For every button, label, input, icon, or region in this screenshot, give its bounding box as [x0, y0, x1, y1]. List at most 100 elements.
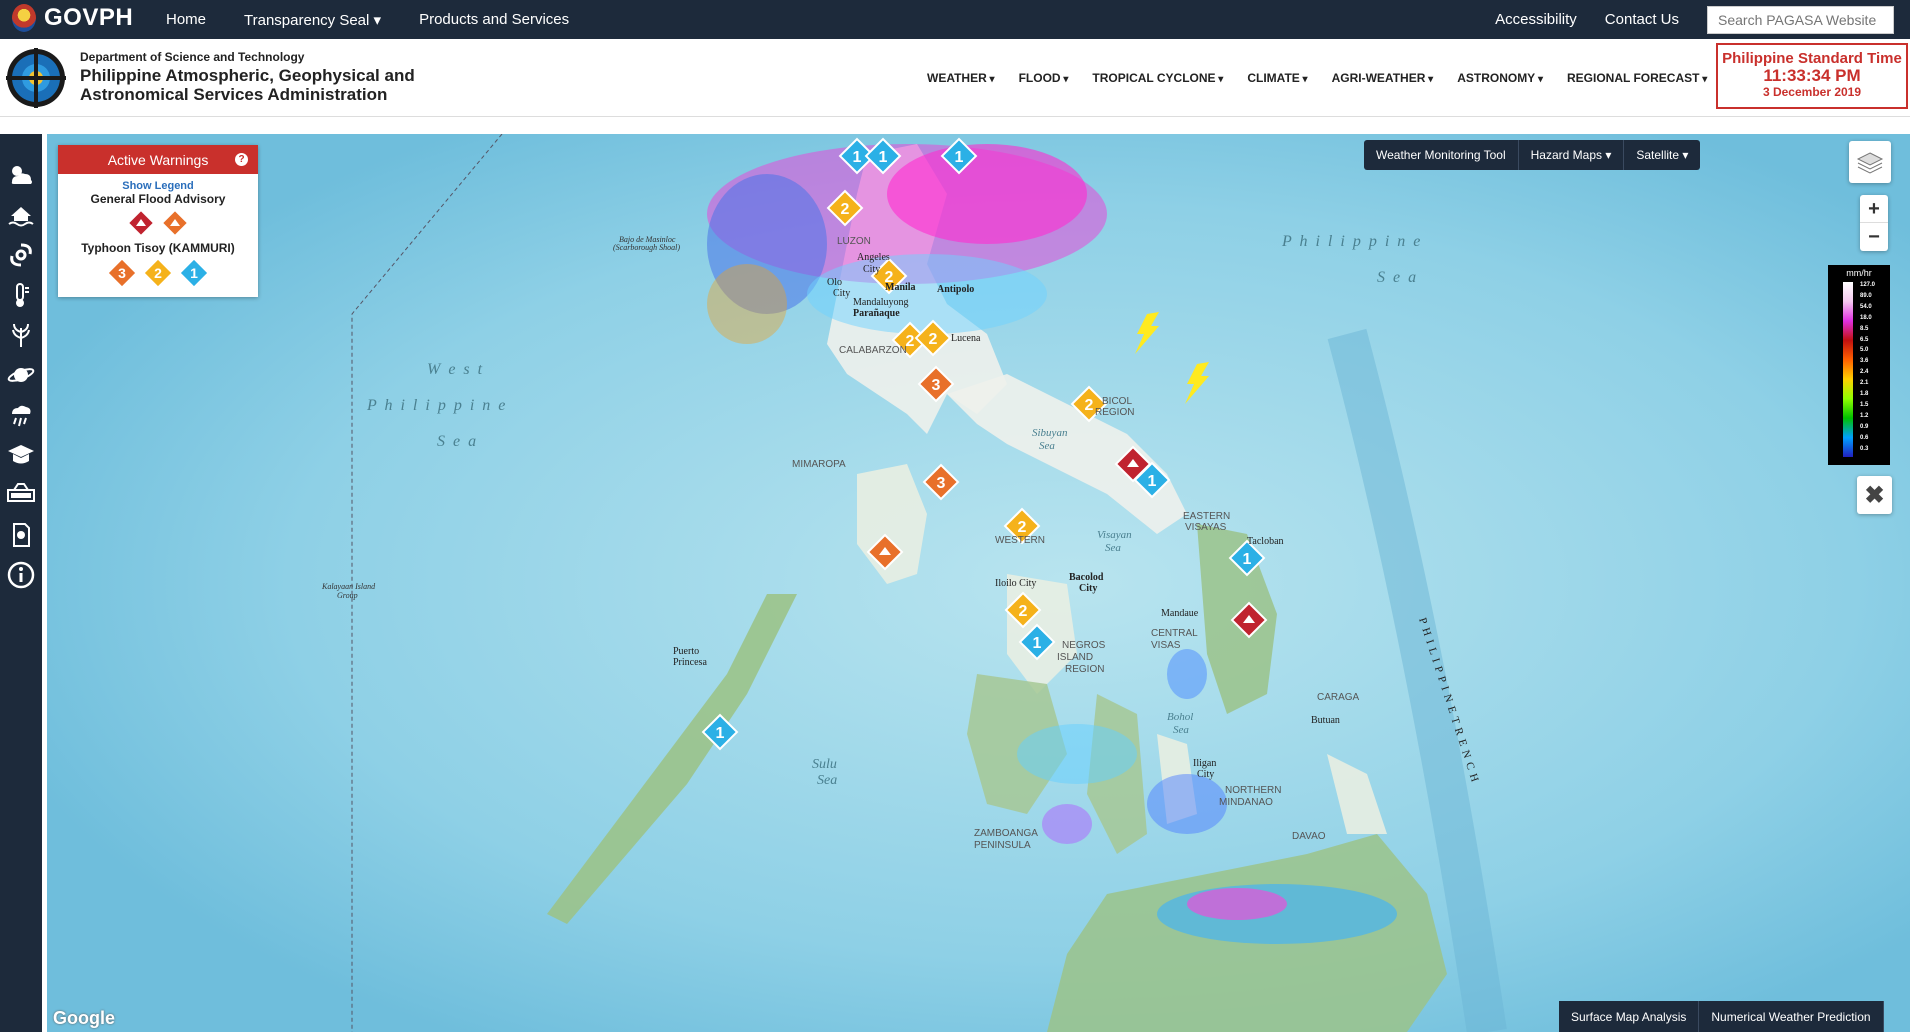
nav-climate[interactable]: CLIMATE: [1247, 71, 1307, 85]
sea-label-ph-sea: S e a: [1377, 269, 1418, 286]
active-warnings-header[interactable]: Active Warnings ?: [58, 145, 258, 174]
signal-2-icon[interactable]: 2: [143, 258, 173, 288]
sea-label-west-ph: P h i l i p p i n e: [366, 397, 507, 414]
sea-label-sulu-sea: Sea: [817, 773, 837, 788]
nav-agri-weather[interactable]: AGRI-WEATHER: [1332, 71, 1434, 85]
svg-text:1: 1: [190, 265, 198, 281]
flood-advisory-orange-icon[interactable]: [161, 209, 189, 237]
sea-label-sibuyan: Sibuyan: [1032, 427, 1068, 439]
contact-us-link[interactable]: Contact Us: [1605, 11, 1679, 28]
pagasa-logo-icon[interactable]: [6, 48, 66, 108]
nav-astronomy[interactable]: ASTRONOMY: [1457, 71, 1543, 85]
flood-advisory-red-icon[interactable]: [127, 209, 155, 237]
city-label: Angeles: [857, 252, 890, 263]
vacancy-icon[interactable]: [4, 478, 38, 512]
region-label: DAVAO: [1292, 831, 1326, 842]
region-label: LUZON: [837, 236, 871, 247]
flood-icon[interactable]: [4, 198, 38, 232]
sea-label-bohol-sea: Sea: [1173, 724, 1189, 736]
department-name: Department of Science and Technology: [80, 50, 305, 64]
svg-text:2: 2: [1019, 603, 1028, 620]
pst-date: 3 December 2019: [1762, 85, 1862, 99]
info-icon[interactable]: [4, 558, 38, 592]
sea-label-visayan-sea: Sea: [1105, 542, 1121, 554]
svg-text:1: 1: [853, 149, 862, 166]
show-legend-link[interactable]: Show Legend: [58, 180, 258, 192]
svg-text:1: 1: [955, 149, 964, 166]
education-icon[interactable]: [4, 438, 38, 472]
svg-text:1: 1: [1033, 635, 1042, 652]
typhoon-signal-badges: 3 2 1: [58, 258, 258, 288]
kalayaan-label: Group: [337, 591, 358, 600]
city-label: Parañaque: [853, 308, 900, 319]
region-label: MINDANAO: [1219, 797, 1273, 808]
search-input[interactable]: [1707, 5, 1894, 34]
accessibility-link[interactable]: Accessibility: [1495, 11, 1577, 28]
city-label: Iligan: [1193, 758, 1216, 769]
help-icon[interactable]: ?: [235, 153, 248, 166]
zoom-in-button[interactable]: +: [1860, 195, 1888, 223]
weather-icon[interactable]: [4, 158, 38, 192]
svg-text:2: 2: [1018, 519, 1027, 536]
document-icon[interactable]: [4, 518, 38, 552]
nav-weather[interactable]: WEATHER: [927, 71, 995, 85]
google-logo: Google: [53, 1008, 115, 1028]
svg-text:3: 3: [932, 377, 941, 394]
satellite-dropdown[interactable]: Satellite ▾: [1624, 140, 1700, 170]
agency-name[interactable]: Philippine Atmospheric, Geophysical and …: [80, 66, 440, 104]
pst-label: Philippine Standard Time: [1722, 50, 1902, 67]
weather-map[interactable]: 1 1 1 2 2 2 2 3 2 3 1 2 1 2 1 1 W e s t …: [47, 134, 1910, 1032]
region-label: REGION: [1065, 664, 1104, 675]
close-icon[interactable]: ✖: [1857, 476, 1892, 514]
bottom-tools-bar: Surface Map Analysis Numerical Weather P…: [1559, 1001, 1884, 1032]
flood-advisory-badges: [58, 209, 258, 237]
astronomy-icon[interactable]: [4, 358, 38, 392]
svg-text:2: 2: [841, 201, 850, 218]
hazard-maps-dropdown[interactable]: Hazard Maps ▾: [1519, 140, 1625, 170]
zoom-out-button[interactable]: −: [1860, 223, 1888, 251]
govph-nav: Home Transparency Seal ▾ Products and Se…: [166, 0, 607, 39]
nav-regional-forecast[interactable]: REGIONAL FORECAST: [1567, 71, 1707, 85]
nav-home[interactable]: Home: [166, 11, 206, 28]
nav-flood[interactable]: FLOOD: [1019, 71, 1069, 85]
city-label: Antipolo: [937, 284, 974, 295]
numerical-weather-prediction-button[interactable]: Numerical Weather Prediction: [1699, 1001, 1884, 1032]
nav-products-services[interactable]: Products and Services: [419, 11, 569, 28]
signal-1-icon[interactable]: 1: [179, 258, 209, 288]
sea-label-sulu: Sulu: [812, 757, 837, 772]
svg-text:2: 2: [1085, 397, 1094, 414]
nav-tropical-cyclone[interactable]: TROPICAL CYCLONE: [1092, 71, 1223, 85]
sea-label-ph: P h i l i p p i n e: [1281, 233, 1422, 250]
left-sidebar: [0, 134, 42, 1032]
svg-text:1: 1: [1243, 551, 1252, 568]
region-label: CENTRAL: [1151, 628, 1198, 639]
city-label: City: [1197, 769, 1214, 780]
typhoon-icon[interactable]: [4, 238, 38, 272]
govph-logo[interactable]: GOVPH: [12, 4, 133, 32]
sea-label-west: W e s t: [427, 361, 484, 378]
pst-time: 11:33:34 PM: [1763, 66, 1861, 85]
city-label: Butuan: [1311, 715, 1340, 726]
agency-header: Department of Science and Technology Phi…: [0, 39, 1910, 117]
flood-advisory-title: General Flood Advisory: [90, 192, 226, 206]
agri-weather-icon[interactable]: [4, 318, 38, 352]
city-label: City: [863, 264, 880, 275]
hydromet-icon[interactable]: [4, 398, 38, 432]
active-warnings-title: Active Warnings: [107, 151, 209, 168]
rainfall-values: 127.0 89.0 54.0 18.0 8.5 6.5 5.0 3.6 2.4 2.1 1.8 1.…: [1860, 282, 1876, 452]
climate-thermometer-icon[interactable]: [4, 278, 38, 312]
region-label: REGION: [1095, 407, 1134, 418]
weather-monitoring-tool-button[interactable]: Weather Monitoring Tool: [1364, 140, 1519, 170]
region-label: ZAMBOANGA: [974, 828, 1038, 839]
region-label: CALABARZON: [839, 345, 907, 356]
shoal-label: (Scarborough Shoal): [613, 243, 680, 252]
svg-text:2: 2: [929, 331, 938, 348]
layers-button[interactable]: [1849, 141, 1891, 183]
sea-label-sibuyan-sea: Sea: [1039, 440, 1055, 452]
signal-3-icon[interactable]: 3: [107, 258, 137, 288]
surface-map-analysis-button[interactable]: Surface Map Analysis: [1559, 1001, 1700, 1032]
nav-transparency-seal[interactable]: Transparency Seal ▾: [244, 11, 381, 29]
city-label: City: [833, 288, 850, 299]
city-label: Olo: [827, 277, 842, 288]
city-label: Manila: [885, 282, 916, 293]
